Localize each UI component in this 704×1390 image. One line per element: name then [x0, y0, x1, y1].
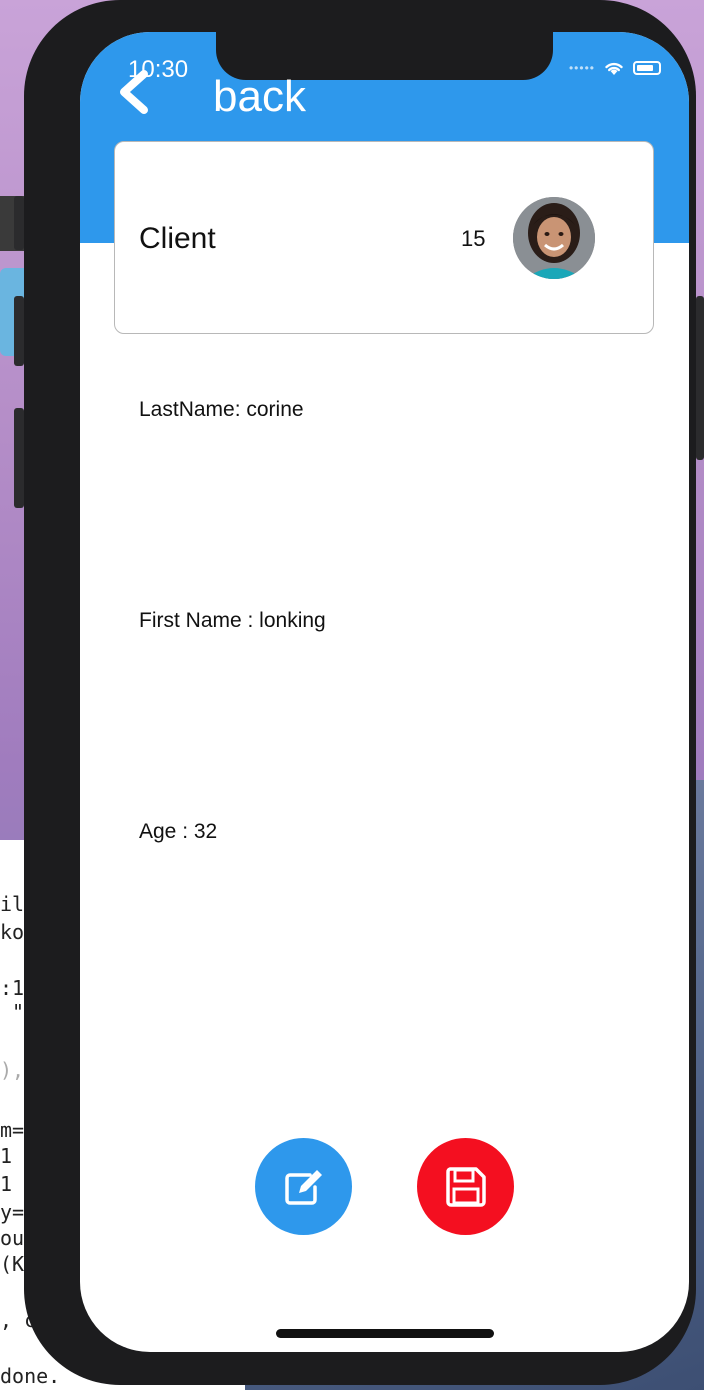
client-card: Client 15	[114, 141, 654, 334]
terminal-line: ),	[0, 1058, 25, 1082]
terminal-line: ou	[0, 1226, 25, 1250]
volume-up-button	[14, 296, 24, 366]
edit-button[interactable]	[255, 1138, 352, 1235]
client-title: Client	[139, 222, 216, 255]
terminal-line: :1	[0, 976, 25, 1000]
terminal-line: done.	[0, 1364, 61, 1388]
mute-switch	[14, 196, 24, 250]
home-indicator[interactable]	[276, 1329, 494, 1338]
terminal-line: il	[0, 892, 25, 916]
power-button	[696, 296, 704, 460]
app-screen: 10:30 ••••• back Client 15 LastName: cor…	[80, 32, 689, 1352]
age-field: Age : 32	[139, 820, 218, 843]
signal-icon: •••••	[568, 61, 595, 75]
wifi-icon	[605, 62, 623, 75]
avatar	[513, 197, 595, 279]
terminal-line: (K	[0, 1252, 25, 1276]
terminal-line: 1	[0, 1172, 13, 1196]
terminal-line: m=	[0, 1118, 25, 1142]
status-indicators: •••••	[569, 60, 661, 76]
volume-down-button	[14, 408, 24, 508]
terminal-line: 1	[0, 1144, 13, 1168]
save-button[interactable]	[417, 1138, 514, 1235]
first-name-field: First Name : lonking	[139, 609, 326, 632]
avatar-photo	[513, 197, 595, 279]
terminal-line: ko	[0, 920, 25, 944]
back-chevron-icon[interactable]	[114, 70, 154, 114]
phone-frame: 10:30 ••••• back Client 15 LastName: cor…	[14, 0, 704, 1385]
client-count: 15	[461, 226, 486, 251]
terminal-line: "	[0, 1000, 25, 1024]
back-button[interactable]: back	[213, 72, 306, 122]
battery-icon	[633, 61, 661, 75]
edit-icon	[284, 1169, 322, 1205]
terminal-line: y=	[0, 1200, 25, 1224]
last-name-field: LastName: corine	[139, 398, 304, 421]
save-icon	[445, 1166, 486, 1207]
